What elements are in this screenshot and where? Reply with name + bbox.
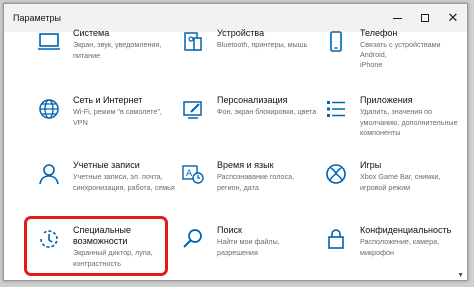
tile-desc: игровой режим bbox=[360, 182, 411, 192]
xbox-icon bbox=[322, 160, 350, 188]
tile-search[interactable]: Поиск Найти мои файлы, разрешения bbox=[179, 225, 319, 280]
svg-text:A: A bbox=[186, 169, 193, 179]
window-title: Параметры bbox=[13, 13, 61, 23]
tile-title: Сеть и Интернет bbox=[73, 95, 143, 105]
tile-time-language[interactable]: A Время и язык Распознавание голоса, рег… bbox=[179, 160, 319, 218]
tile-desc: Wi-Fi, режим "в самолете", bbox=[73, 107, 162, 116]
laptop-icon bbox=[35, 28, 63, 56]
tile-desc: регион, дата bbox=[217, 182, 259, 192]
globe-icon bbox=[35, 95, 63, 123]
tile-desc: синхронизация, работа, семья bbox=[73, 182, 175, 192]
settings-grid: Система Экран, звук, уведомления, питани… bbox=[4, 28, 467, 280]
tile-network[interactable]: Сеть и Интернет Wi-Fi, режим "в самолете… bbox=[35, 95, 175, 153]
tile-desc: iPhone bbox=[360, 60, 383, 69]
tile-desc: Фон, экран блокировки, цвета bbox=[217, 107, 317, 116]
personalization-icon bbox=[179, 95, 207, 123]
phone-icon bbox=[322, 28, 350, 56]
highlight-box bbox=[24, 216, 168, 276]
tile-title: Устройства bbox=[217, 28, 265, 38]
tile-title: Учетные записи bbox=[73, 160, 140, 170]
maximize-icon bbox=[421, 14, 429, 22]
tile-privacy[interactable]: Конфиденциальность Расположение, камера,… bbox=[322, 225, 462, 280]
tile-phone[interactable]: Телефон Связать с устройствами Android, … bbox=[322, 28, 462, 86]
time-language-icon: A bbox=[179, 160, 207, 188]
tile-desc: Учетные записи, эл. почта, bbox=[73, 172, 163, 181]
tile-desc: микрофон bbox=[360, 247, 394, 257]
tile-desc: Распознавание голоса, bbox=[217, 172, 295, 181]
tile-gaming[interactable]: Игры Xbox Game Bar, снимки, игровой режи… bbox=[322, 160, 462, 218]
minimize-icon bbox=[392, 17, 402, 19]
tile-desc: Связать с устройствами Android, bbox=[360, 40, 441, 59]
settings-window: Параметры ✕ Система Экран, звук, уведомл… bbox=[3, 3, 468, 281]
tile-accounts[interactable]: Учетные записи Учетные записи, эл. почта… bbox=[35, 160, 175, 218]
tile-desc: Удалить, значения по bbox=[360, 107, 433, 116]
devices-icon bbox=[179, 28, 207, 56]
lock-icon bbox=[322, 225, 350, 253]
tile-desc: Xbox Game Bar, снимки, bbox=[360, 172, 441, 181]
tile-apps[interactable]: Приложения Удалить, значения по умолчани… bbox=[322, 95, 462, 153]
tile-title: Приложения bbox=[360, 95, 413, 105]
tile-title: Система bbox=[73, 28, 110, 38]
tile-desc: компоненты bbox=[360, 128, 401, 137]
tile-title: Телефон bbox=[360, 28, 398, 38]
tile-personalization[interactable]: Персонализация Фон, экран блокировки, цв… bbox=[179, 95, 319, 153]
tile-desc: разрешения bbox=[217, 247, 258, 257]
tile-desc: умолчанию, дополнительные bbox=[360, 117, 458, 127]
user-icon bbox=[35, 160, 63, 188]
tile-title: Персонализация bbox=[217, 95, 288, 105]
tile-desc: Экран, звук, уведомления, bbox=[73, 40, 162, 49]
tile-desc: Найти мои файлы, bbox=[217, 237, 280, 246]
tile-title: Время и язык bbox=[217, 160, 274, 170]
tile-devices[interactable]: Устройства Bluetooth, принтеры, мышь bbox=[179, 28, 319, 86]
tile-desc: Расположение, камера, bbox=[360, 237, 440, 246]
tile-desc: питание bbox=[73, 50, 101, 60]
tile-desc: Bluetooth, принтеры, мышь bbox=[217, 40, 308, 49]
tile-title: Игры bbox=[360, 160, 382, 170]
apps-icon bbox=[322, 95, 350, 123]
tile-title: Конфиденциальность bbox=[360, 225, 452, 235]
scroll-down-icon[interactable]: ▼ bbox=[457, 272, 464, 279]
tile-title: Поиск bbox=[217, 225, 242, 235]
tile-desc: VPN bbox=[73, 117, 88, 127]
search-icon bbox=[179, 225, 207, 253]
tile-system[interactable]: Система Экран, звук, уведомления, питани… bbox=[35, 28, 175, 86]
